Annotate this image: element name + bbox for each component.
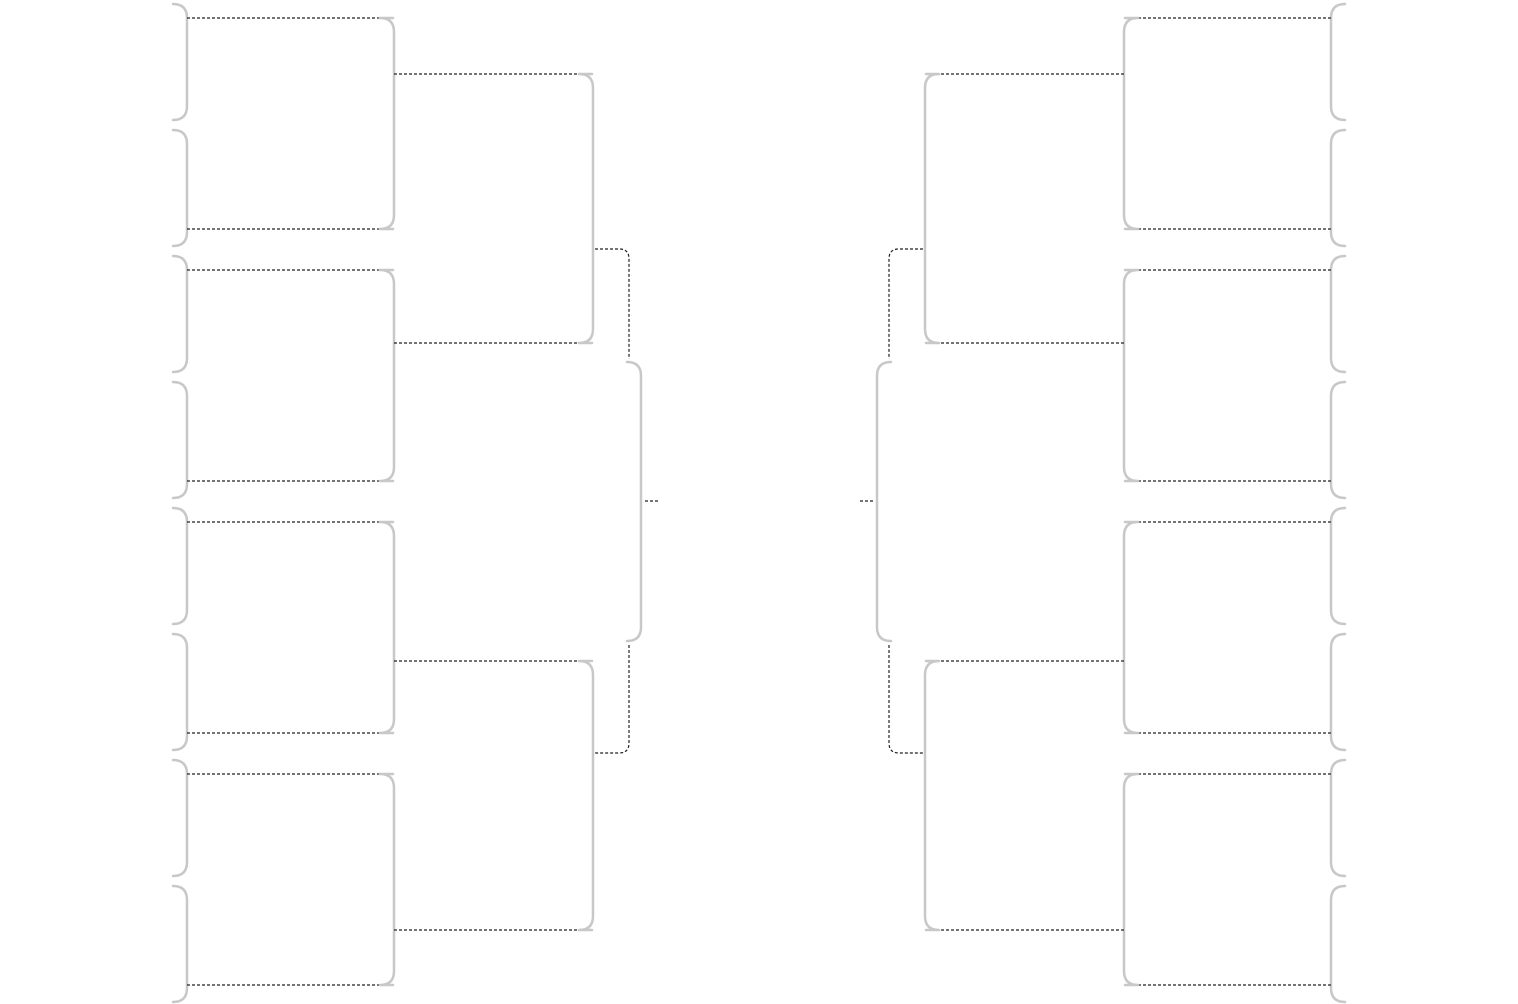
right-team-slot-8: [1329, 884, 1347, 1004]
left-round1-match-2: [378, 268, 396, 483]
right-team-slot-5: [1329, 506, 1347, 626]
right-team-slot-6: [1329, 632, 1347, 752]
left-bracket-half: [171, 2, 660, 1004]
right-semifinal-top-elbow: [888, 248, 923, 359]
right-round2-match-2: [923, 659, 941, 932]
left-round2-match-1: [577, 72, 595, 345]
right-team-slot-1: [1329, 2, 1347, 122]
right-team-slot-2: [1329, 128, 1347, 248]
left-team-slot-6: [171, 632, 189, 752]
right-round1-match-3: [1122, 520, 1140, 735]
left-team-slot-1: [171, 2, 189, 122]
right-round2-match-1: [923, 72, 941, 345]
right-round1-match-1: [1122, 16, 1140, 231]
left-round1-match-1: [378, 16, 396, 231]
right-semifinal-bottom-elbow: [888, 645, 923, 754]
right-team-slot-7: [1329, 758, 1347, 878]
left-round1-match-3: [378, 520, 396, 735]
left-semifinal-bottom-elbow: [595, 645, 630, 754]
left-round2-match-2: [577, 659, 595, 932]
left-semifinal-top-elbow: [595, 248, 630, 359]
right-bracket-half: [858, 2, 1347, 1004]
tournament-bracket-diagram: [171, 2, 1347, 1004]
right-semifinal-match: [875, 360, 893, 643]
right-round1-match-4: [1122, 772, 1140, 987]
left-round1-match-4: [378, 772, 396, 987]
left-team-slot-2: [171, 128, 189, 248]
left-team-slot-3: [171, 254, 189, 374]
left-team-slot-8: [171, 884, 189, 1004]
left-team-slot-5: [171, 506, 189, 626]
right-round1-match-2: [1122, 268, 1140, 483]
left-team-slot-7: [171, 758, 189, 878]
right-team-slot-4: [1329, 380, 1347, 500]
right-team-slot-3: [1329, 254, 1347, 374]
left-semifinal-match: [625, 360, 643, 643]
left-team-slot-4: [171, 380, 189, 500]
